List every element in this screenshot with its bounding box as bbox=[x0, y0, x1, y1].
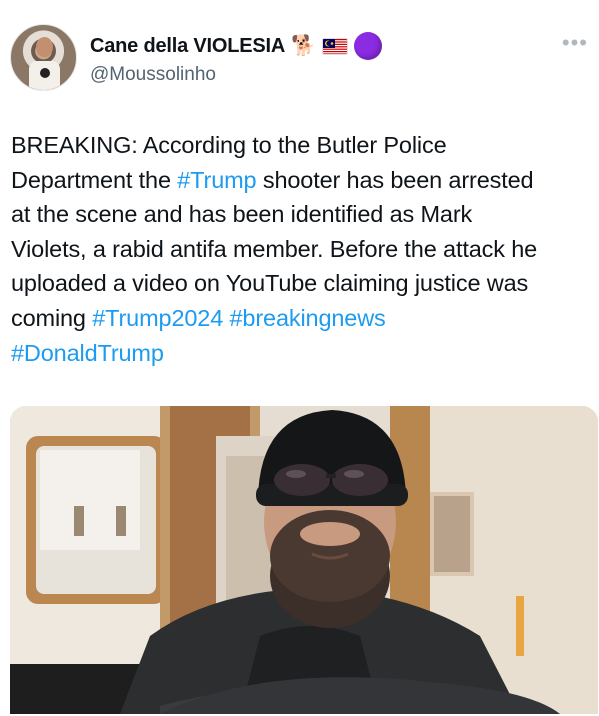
hashtag-link[interactable]: #Trump2024 bbox=[92, 305, 223, 331]
tweet-text-line: BREAKING: According to the Butler Police bbox=[11, 128, 597, 163]
tweet-text-line: uploaded a video on YouTube claiming jus… bbox=[11, 266, 597, 301]
tweet-card: Cane della VIOLESIA 🐕 @Moussolinho ••• B… bbox=[0, 0, 599, 716]
tweet-text-segment: uploaded a video on YouTube claiming jus… bbox=[11, 270, 529, 297]
dog-emoji-icon: 🐕 bbox=[291, 35, 317, 57]
tweet-media-image[interactable] bbox=[10, 406, 598, 714]
tweet-text-segment: BREAKING: According to the Butler Police bbox=[11, 132, 447, 158]
tweet-text: BREAKING: According to the Butler Police… bbox=[11, 128, 597, 370]
handle[interactable]: @Moussolinho bbox=[90, 64, 216, 86]
avatar[interactable] bbox=[10, 24, 77, 91]
tweet-text-segment: Violets, a rabid antifa member. Before t… bbox=[11, 235, 538, 262]
hashtag-link[interactable]: #DonaldTrump bbox=[11, 340, 164, 366]
name-row: Cane della VIOLESIA 🐕 bbox=[90, 32, 383, 60]
tweet-text-line: coming #Trump2024 #breakingnews bbox=[11, 301, 597, 336]
avatar-face bbox=[36, 37, 53, 57]
tweet-text-line: #DonaldTrump bbox=[11, 336, 597, 371]
more-options-icon[interactable]: ••• bbox=[562, 32, 588, 54]
tweet-text-segment: coming bbox=[11, 304, 93, 331]
avatar-shirt-print bbox=[40, 68, 50, 78]
display-name[interactable]: Cane della VIOLESIA bbox=[90, 35, 285, 58]
tweet-text-line: Department the #Trump shooter has been a… bbox=[11, 163, 597, 198]
tweet-text-segment: at the scene and has been identified as … bbox=[11, 201, 473, 228]
tweet-text-line: Violets, a rabid antifa member. Before t… bbox=[11, 232, 597, 267]
hashtag-link[interactable]: #breakingnews bbox=[230, 305, 386, 331]
tweet-text-line: at the scene and has been identified as … bbox=[11, 197, 597, 232]
hashtag-link[interactable]: #Trump bbox=[177, 167, 256, 193]
tweet-text-segment: Department the bbox=[11, 166, 178, 193]
purple-circle-icon bbox=[354, 32, 383, 60]
malaysia-flag-icon bbox=[322, 37, 349, 55]
tweet-text-segment: shooter has been arrested bbox=[256, 166, 534, 193]
tweet-header: Cane della VIOLESIA 🐕 @Moussolinho ••• bbox=[10, 24, 590, 94]
